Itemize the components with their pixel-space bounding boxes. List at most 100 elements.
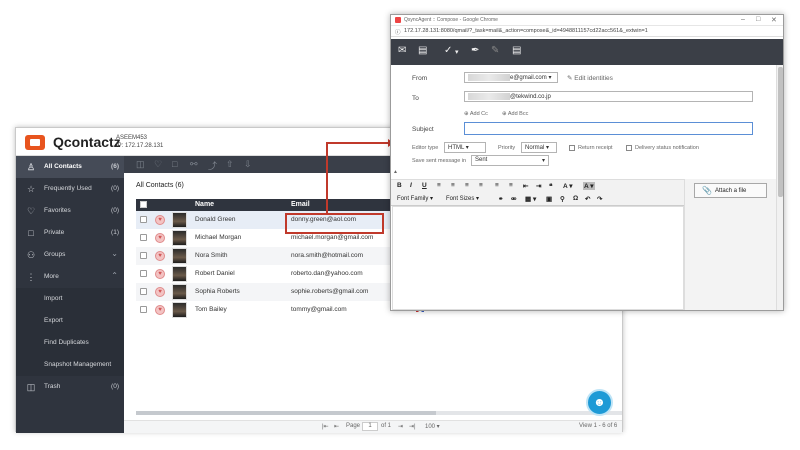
- underline-icon[interactable]: U: [422, 182, 427, 189]
- delete-icon[interactable]: ◫: [136, 159, 145, 170]
- numbered-list-icon[interactable]: ≡: [509, 182, 513, 189]
- indent-icon[interactable]: ⇥: [536, 182, 541, 190]
- heart-icon[interactable]: ♥: [155, 215, 165, 225]
- align-right-icon[interactable]: ≡: [465, 182, 469, 189]
- italic-icon[interactable]: I: [410, 182, 412, 189]
- lock-icon[interactable]: □: [172, 159, 177, 169]
- sidebar-item-export[interactable]: Export: [16, 310, 124, 332]
- editor-type-select[interactable]: HTML ▾: [444, 142, 486, 153]
- column-header-name[interactable]: Name: [195, 201, 214, 208]
- text-color-icon[interactable]: A ▾: [563, 182, 573, 190]
- from-select[interactable]: e@gmail.com ▾: [464, 72, 558, 83]
- redo-icon[interactable]: ↷: [597, 195, 602, 203]
- row-checkbox[interactable]: [140, 288, 147, 295]
- align-center-icon[interactable]: ≡: [451, 182, 455, 189]
- chevron-up-icon[interactable]: ⌃: [111, 271, 118, 280]
- outdent-icon[interactable]: ⇤: [523, 182, 528, 190]
- column-header-email[interactable]: Email: [291, 201, 310, 208]
- spellcheck-dropdown-icon[interactable]: ▾: [455, 48, 459, 56]
- scrollbar-thumb[interactable]: [778, 67, 783, 197]
- save-sent-select[interactable]: Sent ▾: [471, 155, 549, 166]
- sidebar-item-all-contacts[interactable]: ♙ All Contacts (6): [16, 156, 124, 178]
- return-receipt-checkbox[interactable]: [569, 145, 575, 151]
- contact-email[interactable]: nora.smith@hotmail.com: [291, 252, 363, 259]
- heart-icon[interactable]: ♥: [155, 287, 165, 297]
- horizontal-scrollbar[interactable]: [136, 411, 622, 415]
- table-icon[interactable]: ▦ ▾: [525, 195, 536, 203]
- contact-email[interactable]: tommy@gmail.com: [291, 306, 347, 313]
- page-size-select[interactable]: 100 ▾: [425, 423, 440, 430]
- last-page-icon[interactable]: ⇥|: [409, 423, 416, 430]
- to-field[interactable]: @tekwind.co.jp: [464, 91, 753, 102]
- sidebar-item-frequently-used[interactable]: ☆ Frequently Used (0): [16, 178, 124, 200]
- save-icon[interactable]: ▤: [418, 45, 427, 56]
- row-checkbox[interactable]: [140, 252, 147, 259]
- bold-icon[interactable]: B: [397, 182, 402, 189]
- next-page-icon[interactable]: ⇥: [398, 423, 403, 430]
- heart-icon[interactable]: ♥: [155, 233, 165, 243]
- row-checkbox[interactable]: [140, 216, 147, 223]
- priority-select[interactable]: Normal ▾: [521, 142, 557, 153]
- sidebar-item-snapshot-management[interactable]: Snapshot Management: [16, 354, 124, 376]
- url-text[interactable]: 172.17.28.131:8080/qmail/?_task=mail&_ac…: [404, 28, 648, 34]
- font-sizes-select[interactable]: Font Sizes ▾: [446, 195, 479, 202]
- collapse-arrow-icon[interactable]: ▲: [393, 169, 398, 175]
- send-icon[interactable]: ✉: [398, 45, 406, 56]
- attach-icon[interactable]: ✒: [471, 45, 479, 56]
- sidebar-item-import[interactable]: Import: [16, 288, 124, 310]
- sidebar-item-more[interactable]: ⋮ More ⌃: [16, 266, 124, 288]
- message-body-editor[interactable]: [392, 206, 684, 310]
- signature-icon[interactable]: ✎: [491, 45, 499, 56]
- first-page-icon[interactable]: |⇤: [322, 423, 329, 430]
- subject-input[interactable]: [464, 122, 753, 135]
- favorite-icon[interactable]: ♡: [154, 159, 162, 170]
- image-icon[interactable]: ▣: [546, 195, 552, 203]
- page-info-icon[interactable]: ⓘ: [395, 28, 401, 36]
- chevron-down-icon[interactable]: ⌄: [111, 249, 118, 258]
- compose-vertical-scrollbar[interactable]: [776, 65, 783, 310]
- row-checkbox[interactable]: [140, 270, 147, 277]
- minimize-icon[interactable]: –: [741, 16, 745, 23]
- contact-email[interactable]: michael.morgan@gmail.com: [291, 234, 373, 241]
- heart-icon[interactable]: ♥: [155, 305, 165, 315]
- edit-identities-link[interactable]: ✎ Edit identities: [567, 74, 613, 82]
- spellcheck-icon[interactable]: ✓: [444, 45, 452, 56]
- contact-email[interactable]: roberto.dan@yahoo.com: [291, 270, 363, 277]
- contact-name[interactable]: Donald Green: [195, 216, 235, 223]
- contact-name[interactable]: Michael Morgan: [195, 234, 241, 241]
- blockquote-icon[interactable]: ❝: [549, 182, 553, 190]
- address-bar[interactable]: ⓘ 172.17.28.131:8080/qmail/?_task=mail&_…: [391, 26, 783, 37]
- align-justify-icon[interactable]: ≡: [479, 182, 483, 189]
- row-checkbox[interactable]: [140, 306, 147, 313]
- export-icon[interactable]: ⇧: [226, 159, 234, 170]
- sidebar-item-find-duplicates[interactable]: Find Duplicates: [16, 332, 124, 354]
- share-icon[interactable]: ⤴: [208, 159, 217, 172]
- sidebar-item-favorites[interactable]: ♡ Favorites (0): [16, 200, 124, 222]
- add-bcc-link[interactable]: ⊕ Add Bcc: [502, 111, 528, 117]
- maximize-icon[interactable]: □: [756, 16, 760, 23]
- font-family-select[interactable]: Font Family ▾: [397, 195, 433, 202]
- contact-name[interactable]: Tom Bailey: [195, 306, 227, 313]
- unlink-icon[interactable]: ⚮: [511, 195, 516, 203]
- heart-icon[interactable]: ♥: [155, 269, 165, 279]
- background-color-icon[interactable]: A ▾: [583, 182, 595, 190]
- page-input[interactable]: 1: [362, 422, 378, 431]
- contact-name[interactable]: Sophia Roberts: [195, 288, 240, 295]
- import-icon[interactable]: ⇩: [244, 159, 252, 170]
- responses-icon[interactable]: ▤: [512, 45, 521, 56]
- sidebar-item-private[interactable]: □ Private (1): [16, 222, 124, 244]
- attach-file-button[interactable]: 📎 Attach a file: [694, 183, 767, 198]
- find-replace-icon[interactable]: ⚲: [560, 195, 565, 203]
- delivery-status-checkbox[interactable]: [626, 145, 632, 151]
- scrollbar-thumb[interactable]: [136, 411, 436, 415]
- select-all-checkbox[interactable]: [140, 201, 147, 208]
- add-cc-link[interactable]: ⊕ Add Cc: [464, 111, 488, 117]
- contact-name[interactable]: Robert Daniel: [195, 270, 235, 277]
- help-button[interactable]: ☻: [586, 389, 613, 416]
- group-add-icon[interactable]: ⚯: [190, 159, 198, 170]
- align-left-icon[interactable]: ≡: [437, 182, 441, 189]
- bullet-list-icon[interactable]: ≡: [495, 182, 499, 189]
- undo-icon[interactable]: ↶: [585, 195, 590, 203]
- prev-page-icon[interactable]: ⇤: [334, 423, 339, 430]
- sidebar-item-groups[interactable]: ⚇ Groups ⌄: [16, 244, 124, 266]
